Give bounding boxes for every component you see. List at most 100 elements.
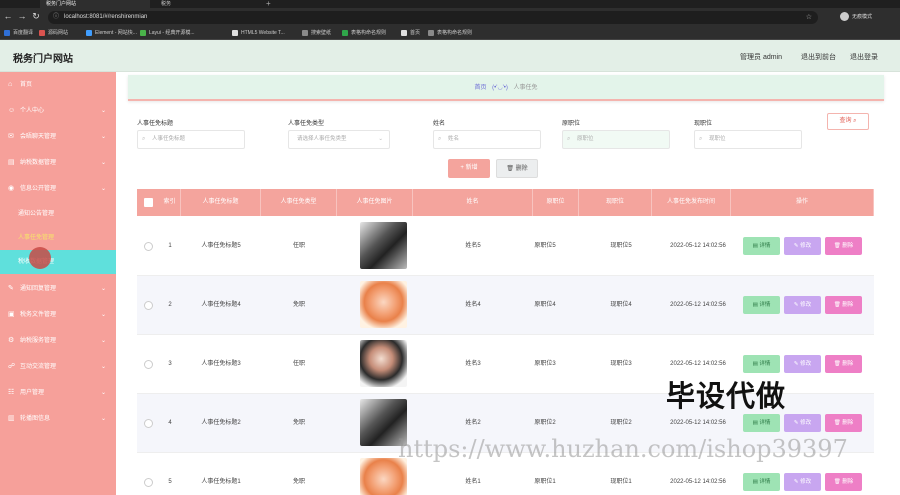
action-label: 详情 [759, 479, 771, 485]
forward-arrow-icon[interactable]: → [17, 11, 27, 21]
back-to-front-link[interactable]: 退出到前台 [801, 52, 836, 62]
sidebar-subitem[interactable]: 人事任免管理 [0, 226, 116, 250]
curpos-search-input[interactable]: ⌕ 现职位 [694, 130, 802, 149]
origpos-search-input[interactable]: ⌕ 原职位 [562, 130, 670, 149]
remove-button[interactable]: 🗑 删除 [825, 473, 862, 491]
row-checkbox[interactable] [144, 242, 153, 251]
browser-tab[interactable]: 税务 [155, 0, 255, 8]
bookmark-item[interactable]: 百度翻译 [4, 28, 33, 38]
tab-label: 税务 [161, 1, 172, 7]
bookmark-label: HTML5 Website T... [241, 30, 285, 36]
reload-icon[interactable]: ↻ [31, 11, 41, 21]
cell-title: 人事任免标题4 [201, 302, 241, 308]
sidebar-item-interact[interactable]: ☍ 互动交流管理 ⌄ [0, 354, 116, 380]
sidebar-item-data[interactable]: ▤ 纳税数据管理 ⌄ [0, 150, 116, 176]
sidebar-item-info[interactable]: ◉ 信息公开管理 ⌄ [0, 176, 116, 202]
bookmark-item[interactable]: 首页 [401, 28, 420, 38]
query-button[interactable]: 查询 ⌕ [827, 113, 869, 130]
app-title: 税务门户网站 [13, 54, 73, 65]
notice-icon: ✎ [8, 285, 14, 292]
sidebar-item-carousel[interactable]: ▥ 轮播图信息 ⌄ [0, 406, 116, 432]
action-label: 详情 [759, 302, 771, 308]
title-search-input[interactable]: ⌕ 人事任免标题 [137, 130, 245, 149]
action-label: 修改 [800, 302, 812, 308]
row-checkbox[interactable] [144, 301, 153, 310]
bookmark-item[interactable]: Element - 网站快... [86, 28, 137, 38]
sidebar-item-home[interactable]: ⌂ 首页 [0, 72, 116, 98]
bookmark-favicon-icon [428, 29, 434, 36]
select-all-checkbox[interactable] [144, 198, 153, 207]
sidebar-item-users[interactable]: ☷ 用户管理 ⌄ [0, 380, 116, 406]
edit-button[interactable]: ✎ 修改 [784, 473, 821, 491]
detail-button[interactable]: ▤ 详情 [743, 355, 780, 373]
cell-title: 人事任免标题5 [201, 243, 241, 249]
edit-button[interactable]: ✎ 修改 [784, 355, 821, 373]
bookmark-label: 搜索壁纸 [311, 30, 332, 36]
detail-button[interactable]: ▤ 详情 [743, 414, 780, 432]
sidebar-item-user[interactable]: ☺ 个人中心 ⌄ [0, 98, 116, 124]
type-select[interactable]: 请选择人事任免类型 ⌄ [288, 130, 390, 149]
column-header: 姓名 [413, 189, 533, 216]
edit-button[interactable]: ✎ 修改 [784, 414, 821, 432]
bookmark-favicon-icon [4, 29, 10, 36]
bookmark-star-icon[interactable]: ☆ [806, 11, 812, 24]
back-arrow-icon[interactable]: ← [3, 11, 13, 21]
detail-button[interactable]: ▤ 详情 [743, 473, 780, 491]
sidebar-subitem[interactable]: 通知公告管理 [0, 202, 116, 226]
trash-icon: 🗑 [833, 479, 843, 485]
file-icon: ▣ [8, 311, 15, 318]
edit-button[interactable]: ✎ 修改 [784, 296, 821, 314]
trash-icon: 🗑 [833, 361, 843, 367]
breadcrumb-separator: (•'◡'•) [492, 85, 508, 91]
action-label: 修改 [800, 420, 812, 426]
edit-button[interactable]: ✎ 修改 [784, 237, 821, 255]
bookmark-item[interactable]: 搜索壁纸 [302, 28, 331, 38]
row-checkbox[interactable] [144, 419, 153, 428]
sidebar-item-label: 税务文件管理 [20, 312, 57, 318]
remove-button[interactable]: 🗑 删除 [825, 414, 862, 432]
logout-link[interactable]: 退出登录 [850, 52, 878, 62]
profile-button[interactable]: 无痕模式 [840, 11, 872, 23]
sidebar: 税收数据管理人事任免管理通知公告管理 ⌂ 首页 ☺ 个人中心 ⌄ ✉ 会晤聊天管理 ⌄ ▤ 纳税数… [0, 72, 116, 495]
breadcrumb-home[interactable]: 首页 [474, 85, 486, 91]
column-header: 人事任免类型 [261, 189, 337, 216]
action-label: 修改 [800, 361, 812, 367]
bookmark-label: Layui - 经典开源模... [149, 30, 195, 36]
cell-time: 2022-05-12 14:02:56 [670, 243, 726, 249]
chevron-down-icon: ⌄ [100, 416, 106, 422]
detail-button[interactable]: ▤ 详情 [743, 237, 780, 255]
batch-delete-button[interactable]: 🗑 删除 [496, 159, 538, 178]
remove-button[interactable]: 🗑 删除 [825, 296, 862, 314]
bookmark-item[interactable]: Layui - 经典开源模... [140, 28, 195, 38]
remove-button[interactable]: 🗑 删除 [825, 237, 862, 255]
cell-time: 2022-05-12 14:02:56 [670, 302, 726, 308]
main-content: 首页 (•'◡'•) 人事任免 人事任免标题 ⌕ 人事任免标题 人事任免类型 请选… [116, 72, 900, 495]
bookmark-item[interactable]: HTML5 Website T... [232, 28, 285, 38]
name-search-input[interactable]: ⌕ 姓名 [433, 130, 541, 149]
new-tab-icon[interactable]: + [266, 0, 271, 8]
sidebar-item-file[interactable]: ▣ 税务文件管理 ⌄ [0, 302, 116, 328]
browser-tab-active[interactable]: 税务门户网站 [40, 0, 150, 8]
bookmark-favicon-icon [232, 29, 238, 36]
bookmark-favicon-icon [302, 29, 308, 36]
row-checkbox[interactable] [144, 478, 153, 487]
search-icon: ⌕ [567, 136, 571, 142]
chat-icon: ✉ [8, 133, 14, 140]
sidebar-item-label: 个人中心 [20, 108, 45, 114]
detail-button[interactable]: ▤ 详情 [743, 296, 780, 314]
bookmark-item[interactable]: 源码网站 [39, 28, 68, 38]
chevron-down-icon: ⌄ [100, 160, 106, 166]
sidebar-subitem[interactable]: 税收数据管理 [0, 250, 116, 274]
filter-curpos-label: 现职位 [694, 121, 713, 127]
chevron-down-icon: ⌄ [378, 136, 383, 142]
current-user-label: 管理员 admin [740, 54, 783, 61]
bookmark-item[interactable]: 表格构命名规则 [428, 28, 472, 38]
add-button[interactable]: + 新增 [448, 159, 490, 178]
sidebar-item-service[interactable]: ⚙ 纳税服务管理 ⌄ [0, 328, 116, 354]
sidebar-item-notice[interactable]: ✎ 通知回复管理 ⌄ [0, 276, 116, 302]
bookmark-item[interactable]: 表格构命名规则 [342, 28, 386, 38]
remove-button[interactable]: 🗑 删除 [825, 355, 862, 373]
row-checkbox[interactable] [144, 360, 153, 369]
sidebar-item-chat[interactable]: ✉ 会晤聊天管理 ⌄ [0, 124, 116, 150]
url-input[interactable]: ⓘ localhost:8081/#/renshirenmian ☆ [48, 11, 818, 24]
